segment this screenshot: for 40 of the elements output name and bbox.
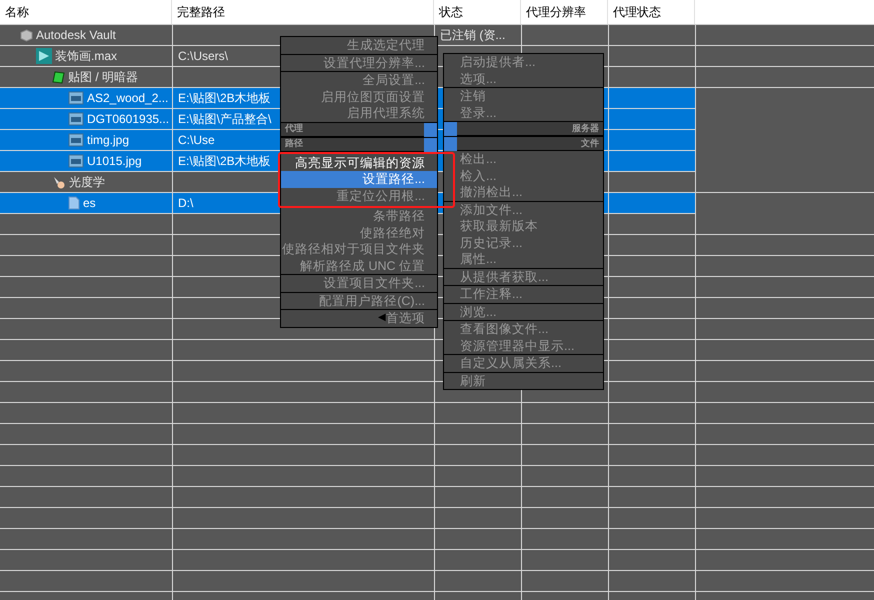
- tree-item-label: timg.jpg: [87, 132, 130, 149]
- section-marker: [444, 137, 457, 151]
- section-marker: [424, 122, 437, 136]
- image-file-icon: [68, 112, 84, 126]
- column-header[interactable]: 名称: [5, 3, 29, 21]
- column-header[interactable]: 代理分辨率: [526, 3, 586, 21]
- section-marker: [444, 122, 457, 136]
- tree-item-label: es: [83, 195, 96, 212]
- file-icon: [68, 196, 80, 210]
- path-cell-text: E:\贴图\2B木地板: [178, 90, 271, 107]
- scene-file-icon: [36, 48, 52, 64]
- image-file-icon: [68, 91, 84, 105]
- tree-item-label: AS2_wood_2...: [87, 90, 168, 107]
- tree-item-label: DGT0601935...: [87, 111, 170, 128]
- tree-item-label: Autodesk Vault: [36, 27, 116, 44]
- menu-item[interactable]: 高亮显示可编辑的资源: [281, 154, 437, 171]
- path-cell-text: C:\Use: [178, 132, 215, 149]
- status-cell-text: 已注销 (资...: [440, 27, 506, 44]
- material-icon: [52, 70, 65, 84]
- path-cell-text: D:\: [178, 195, 194, 212]
- submenu-arrow-icon: ◀: [378, 313, 386, 324]
- image-file-icon: [68, 133, 84, 147]
- cube-icon: [20, 28, 33, 42]
- tree-item-label: 贴图 / 明暗器: [68, 69, 138, 86]
- menu-section-header: 文件: [581, 136, 599, 150]
- column-header[interactable]: 完整路径: [177, 3, 225, 21]
- path-cell-text: C:\Users\: [178, 48, 228, 65]
- path-cell-text: E:\贴图\产品整合\: [178, 111, 272, 128]
- menu-item-label: 首选项: [386, 312, 425, 324]
- image-file-icon: [68, 154, 84, 168]
- tree-item-label: 光度学: [69, 174, 105, 191]
- tree-item-label: U1015.jpg: [87, 153, 142, 170]
- light-icon: [52, 175, 66, 189]
- menu-item[interactable]: 设置路径...: [281, 171, 437, 188]
- path-cell-text: E:\贴图\2B木地板: [178, 153, 271, 170]
- column-header[interactable]: 代理状态: [613, 3, 661, 21]
- section-marker: [424, 138, 437, 152]
- column-header[interactable]: 状态: [439, 3, 463, 21]
- menu-section-header: 路径: [285, 137, 303, 150]
- tree-item-label: 装饰画.max: [55, 48, 118, 65]
